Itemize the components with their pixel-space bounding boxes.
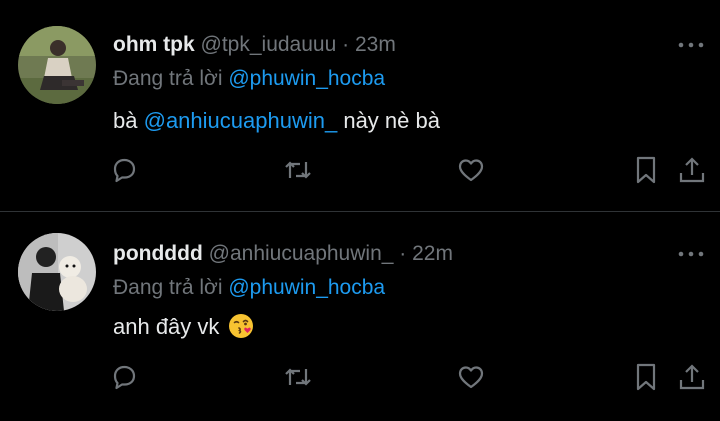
tweet-header: ohm tpk @tpk_iudauuu · 23m bbox=[113, 32, 396, 58]
replying-to-link[interactable]: @phuwin_hocba bbox=[228, 67, 385, 90]
tweet-2[interactable]: pondddd @anhiucuaphuwin_ · 22m Đang trả … bbox=[0, 212, 720, 421]
more-options-button[interactable] bbox=[676, 32, 706, 58]
tweet-text-start: bà bbox=[113, 108, 138, 133]
mention-link[interactable]: @anhiucuaphuwin_ bbox=[144, 108, 338, 133]
share-icon bbox=[679, 364, 705, 390]
timestamp[interactable]: 23m bbox=[355, 33, 396, 56]
user-handle[interactable]: @anhiucuaphuwin_ bbox=[209, 242, 394, 265]
replying-to: Đang trả lời @phuwin_hocba bbox=[113, 66, 385, 92]
share-button[interactable] bbox=[676, 154, 708, 186]
reply-icon bbox=[113, 365, 136, 390]
avatar-photo-person-sitting bbox=[18, 26, 96, 104]
like-icon bbox=[458, 366, 484, 389]
tweet-text: anh đây vk bbox=[113, 313, 254, 346]
bookmark-icon bbox=[636, 363, 656, 391]
timestamp[interactable]: 22m bbox=[412, 242, 453, 265]
replying-prefix: Đang trả lời bbox=[113, 276, 223, 299]
avatar[interactable] bbox=[18, 26, 96, 104]
display-name[interactable]: ohm tpk bbox=[113, 33, 195, 56]
separator-dot: · bbox=[399, 242, 407, 265]
tweet-header: pondddd @anhiucuaphuwin_ · 22m bbox=[113, 241, 453, 267]
timeline: ohm tpk @tpk_iudauuu · 23m Đang trả lời … bbox=[0, 0, 720, 421]
like-icon bbox=[458, 159, 484, 182]
retweet-button[interactable] bbox=[282, 154, 314, 186]
reply-button[interactable] bbox=[108, 361, 140, 393]
tweet-text-content: anh đây vk bbox=[113, 314, 220, 339]
separator-dot: · bbox=[342, 33, 350, 56]
bookmark-button[interactable] bbox=[630, 154, 662, 186]
like-button[interactable] bbox=[455, 154, 487, 186]
more-dots-icon bbox=[678, 42, 704, 48]
retweet-icon bbox=[285, 368, 311, 386]
avatar[interactable] bbox=[18, 233, 96, 311]
share-button[interactable] bbox=[676, 361, 708, 393]
retweet-icon bbox=[285, 161, 311, 179]
bookmark-button[interactable] bbox=[630, 361, 662, 393]
replying-to: Đang trả lời @phuwin_hocba bbox=[113, 275, 385, 301]
tweet-text-end: này nè bà bbox=[343, 108, 440, 133]
avatar-photo-person-with-dog bbox=[18, 233, 96, 311]
like-button[interactable] bbox=[455, 361, 487, 393]
reply-icon bbox=[113, 158, 136, 183]
share-icon bbox=[679, 157, 705, 183]
display-name[interactable]: pondddd bbox=[113, 242, 203, 265]
face-blowing-a-kiss-icon bbox=[228, 313, 254, 346]
tweet-text: bà @anhiucuaphuwin_ này nè bà bbox=[113, 107, 440, 135]
user-handle[interactable]: @tpk_iudauuu bbox=[201, 33, 337, 56]
retweet-button[interactable] bbox=[282, 361, 314, 393]
replying-prefix: Đang trả lời bbox=[113, 67, 223, 90]
tweet-1[interactable]: ohm tpk @tpk_iudauuu · 23m Đang trả lời … bbox=[0, 0, 720, 211]
replying-to-link[interactable]: @phuwin_hocba bbox=[228, 276, 385, 299]
reply-button[interactable] bbox=[108, 154, 140, 186]
more-dots-icon bbox=[678, 251, 704, 257]
more-options-button[interactable] bbox=[676, 241, 706, 267]
bookmark-icon bbox=[636, 156, 656, 184]
